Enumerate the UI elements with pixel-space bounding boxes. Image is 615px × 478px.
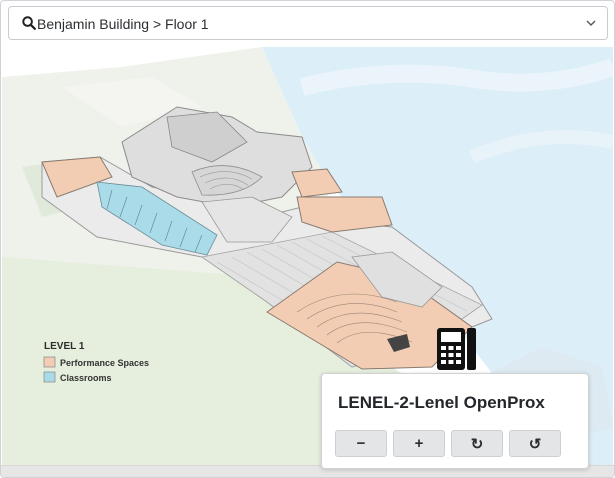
floor-map-panel: Benjamin Building > Floor 1 LEVEL 1 Perf… [0, 0, 615, 478]
legend-swatch-performance [43, 356, 56, 368]
legend-label-performance: Performance Spaces [60, 358, 149, 368]
zoom-out-button[interactable]: − [335, 430, 387, 457]
rotate-counterclockwise-button[interactable]: ↺ [509, 430, 561, 457]
legend-title: LEVEL 1 [44, 341, 85, 352]
device-popup: LENEL-2-Lenel OpenProx − + ↻ ↺ [321, 373, 589, 469]
rotate-clockwise-button[interactable]: ↻ [451, 430, 503, 457]
search-icon [22, 16, 36, 30]
access-panel-icon[interactable] [437, 328, 476, 370]
legend-swatch-classrooms [43, 371, 56, 383]
location-selector[interactable]: Benjamin Building > Floor 1 [8, 6, 608, 40]
device-title: LENEL-2-Lenel OpenProx [338, 393, 545, 412]
chevron-down-icon[interactable] [585, 17, 597, 29]
legend-label-classrooms: Classrooms [60, 373, 112, 383]
zoom-in-button[interactable]: + [393, 430, 445, 457]
location-path: Benjamin Building > Floor 1 [37, 16, 209, 32]
